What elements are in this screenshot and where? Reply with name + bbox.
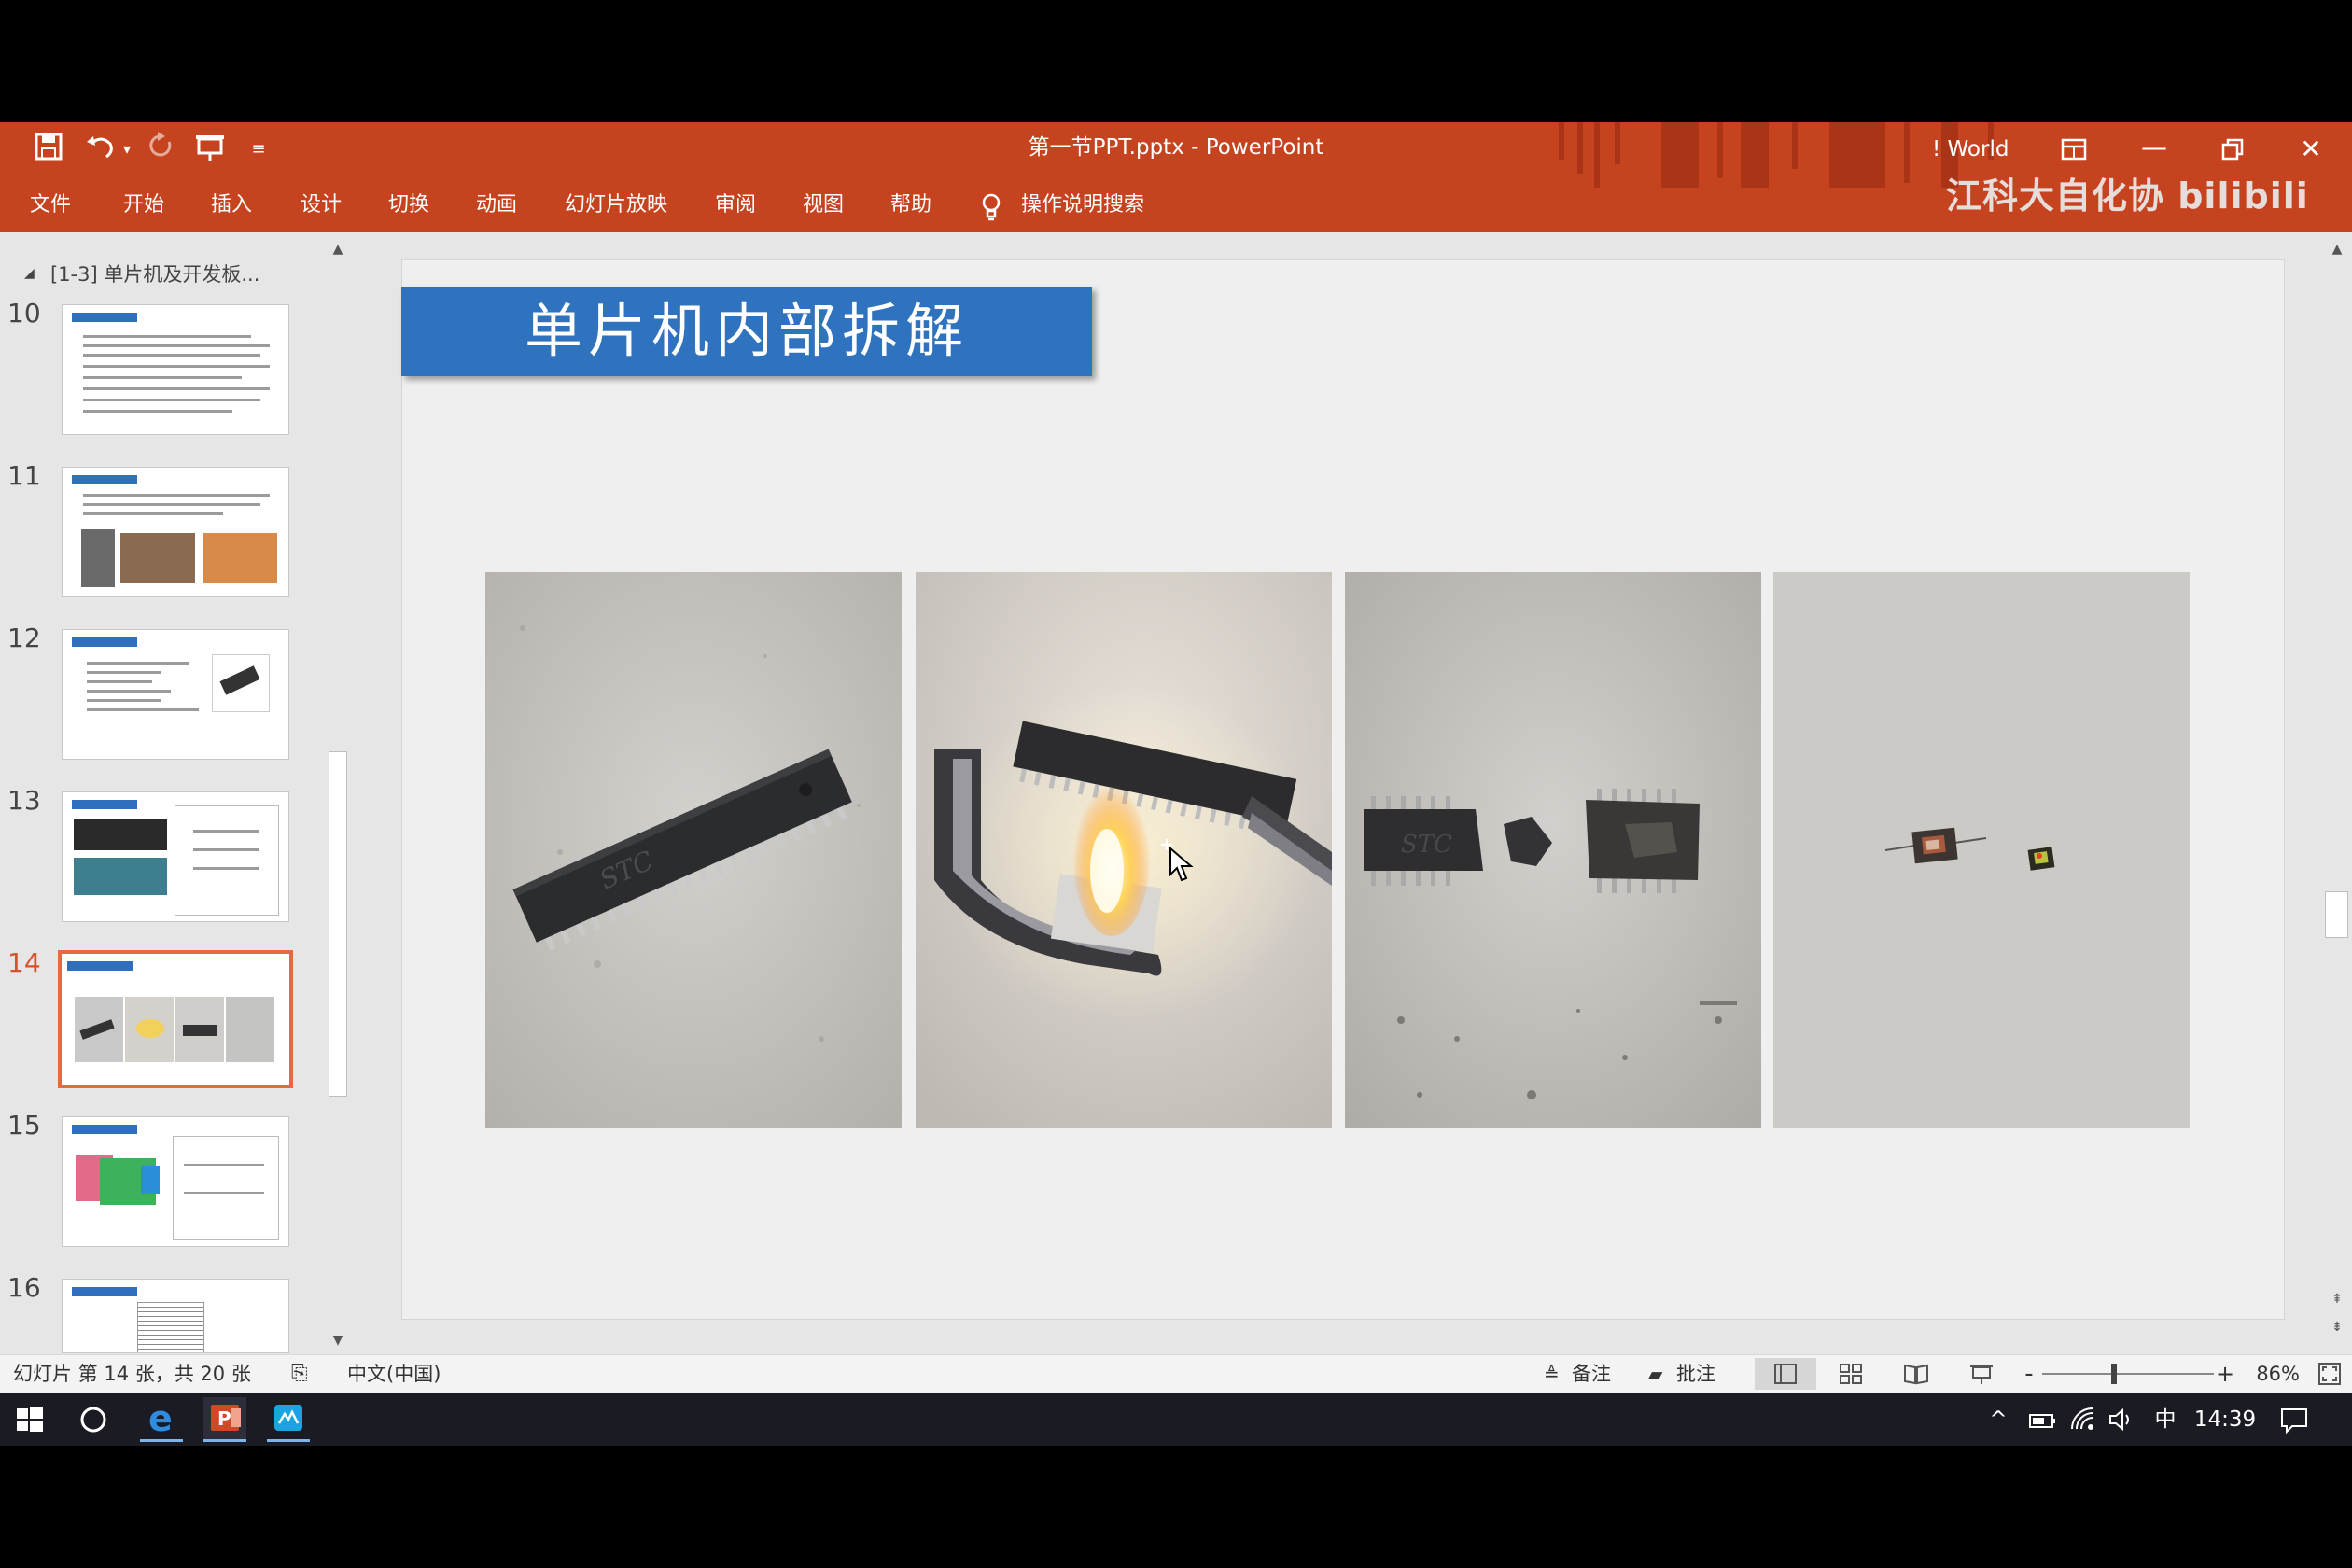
zoom-slider[interactable] — [2042, 1373, 2214, 1375]
comments-button[interactable]: 批注 — [1676, 1354, 1732, 1393]
die-photo[interactable] — [1773, 572, 2190, 1128]
redo-icon[interactable] — [142, 131, 179, 168]
window-title: 第一节PPT.pptx - PowerPoint — [1028, 135, 1324, 160]
normal-view-icon[interactable] — [1755, 1358, 1816, 1390]
slide-number: 15 — [7, 1110, 41, 1141]
ribbon-display-options-icon[interactable] — [2046, 131, 2102, 168]
scroll-down-icon[interactable]: ▼ — [327, 1329, 349, 1351]
zoom-level[interactable]: 86% — [2244, 1354, 2300, 1393]
slide-title[interactable]: 单片机内部拆解 — [401, 287, 1092, 376]
svg-text:STC: STC — [1401, 831, 1452, 859]
slide-number: 11 — [7, 460, 41, 491]
notes-button[interactable]: 备注 — [1572, 1354, 1628, 1393]
lightbulb-icon — [974, 187, 1008, 224]
broken-chip-photo[interactable]: STC — [1345, 572, 1761, 1128]
slide-thumbnail[interactable] — [62, 304, 289, 435]
thumbnail-scroll-thumb[interactable] — [329, 751, 347, 1097]
slide-number: 13 — [7, 785, 41, 816]
tell-me-search[interactable]: 操作说明搜索 — [1021, 187, 1161, 224]
slide-thumbnail[interactable] — [62, 791, 289, 922]
language-indicator[interactable]: 中文(中国) — [347, 1354, 459, 1393]
zoom-in-button[interactable]: + — [2216, 1354, 2234, 1393]
action-center-icon[interactable] — [2277, 1403, 2311, 1436]
comments-icon[interactable]: ▰ — [1648, 1354, 1673, 1393]
scroll-up-icon[interactable]: ▲ — [327, 238, 349, 260]
slide-counter: 幻灯片 第 14 张，共 20 张 — [13, 1363, 251, 1385]
slide-number: 12 — [7, 623, 41, 653]
volume-icon[interactable] — [2106, 1405, 2135, 1435]
tab-file[interactable]: 文件 — [22, 187, 78, 224]
slide-thumbnail[interactable] — [62, 1279, 289, 1353]
collapse-section-icon[interactable]: ◢ — [24, 266, 37, 285]
slide-thumbnail[interactable] — [62, 467, 289, 597]
customize-quick-access-icon[interactable]: ≡ — [245, 131, 273, 168]
reading-view-icon[interactable] — [1900, 1358, 1932, 1390]
slideshow-view-icon[interactable] — [1966, 1358, 1997, 1390]
zoom-slider-handle[interactable] — [2111, 1364, 2117, 1384]
notes-icon[interactable]: ≜ — [1544, 1354, 1566, 1393]
tab-animations[interactable]: 动画 — [469, 187, 525, 224]
accessibility-icon[interactable]: ⎘ — [291, 1354, 319, 1393]
app-taskbar-icon[interactable] — [267, 1397, 310, 1442]
scroll-up-icon[interactable]: ▲ — [2326, 238, 2348, 260]
input-method-indicator[interactable]: 中 — [2147, 1393, 2184, 1446]
slide-sorter-icon[interactable] — [1835, 1358, 1867, 1390]
present-from-start-icon[interactable] — [191, 131, 229, 168]
tab-help[interactable]: 帮助 — [883, 187, 939, 224]
mouse-cursor-icon — [1157, 835, 1195, 891]
windows-start-icon[interactable] — [11, 1401, 49, 1438]
slide-number: 10 — [7, 298, 41, 329]
powerpoint-taskbar-icon[interactable]: P — [203, 1397, 246, 1442]
undo-dropdown-icon[interactable]: ▾ — [118, 131, 136, 168]
tab-home[interactable]: 开始 — [116, 187, 172, 224]
zoom-out-button[interactable]: - — [2020, 1354, 2038, 1393]
slide-number: 16 — [7, 1272, 41, 1303]
previous-slide-icon[interactable]: ⇞ — [2326, 1288, 2348, 1310]
show-hidden-icons-icon[interactable]: ^ — [1984, 1393, 2012, 1446]
slide-thumbnail[interactable] — [62, 1116, 289, 1247]
tab-review[interactable]: 审阅 — [707, 187, 763, 224]
undo-icon[interactable] — [82, 131, 119, 168]
tab-view[interactable]: 视图 — [795, 187, 851, 224]
user-account[interactable]: ! World — [1932, 131, 2044, 168]
slide-scrollbar[interactable] — [2324, 238, 2350, 1353]
close-icon[interactable]: ✕ — [2283, 131, 2339, 168]
next-slide-icon[interactable]: ⇟ — [2326, 1316, 2348, 1338]
slide-thumbnail[interactable] — [62, 629, 289, 760]
svg-text:e: e — [148, 1398, 173, 1438]
svg-text:P: P — [217, 1407, 231, 1430]
edge-browser-icon[interactable]: e — [140, 1397, 183, 1442]
burning-chip-photo[interactable] — [916, 572, 1332, 1128]
tab-insert[interactable]: 插入 — [203, 187, 259, 224]
minimize-icon[interactable]: — — [2126, 129, 2182, 166]
battery-icon[interactable] — [2027, 1405, 2057, 1435]
watermark: 江科大自化协 bilibili — [1946, 175, 2309, 217]
save-icon[interactable] — [30, 131, 67, 168]
slide-thumbnail-selected[interactable] — [58, 950, 293, 1088]
tab-transitions[interactable]: 切换 — [381, 187, 437, 224]
system-clock[interactable]: 14:39 — [2188, 1393, 2262, 1446]
intact-chip-photo[interactable]: STC — [485, 572, 902, 1128]
fit-to-window-icon[interactable] — [2315, 1359, 2345, 1389]
restore-icon[interactable] — [2205, 131, 2261, 168]
wifi-icon[interactable] — [2068, 1405, 2098, 1435]
section-header[interactable]: [1-3] 单片机及开发板... — [50, 258, 330, 291]
slide-number: 14 — [7, 947, 41, 978]
slide-scroll-thumb[interactable] — [2325, 891, 2348, 938]
tab-design[interactable]: 设计 — [293, 187, 349, 224]
tab-slideshow[interactable]: 幻灯片放映 — [560, 187, 672, 224]
cortana-search-icon[interactable] — [75, 1401, 112, 1438]
